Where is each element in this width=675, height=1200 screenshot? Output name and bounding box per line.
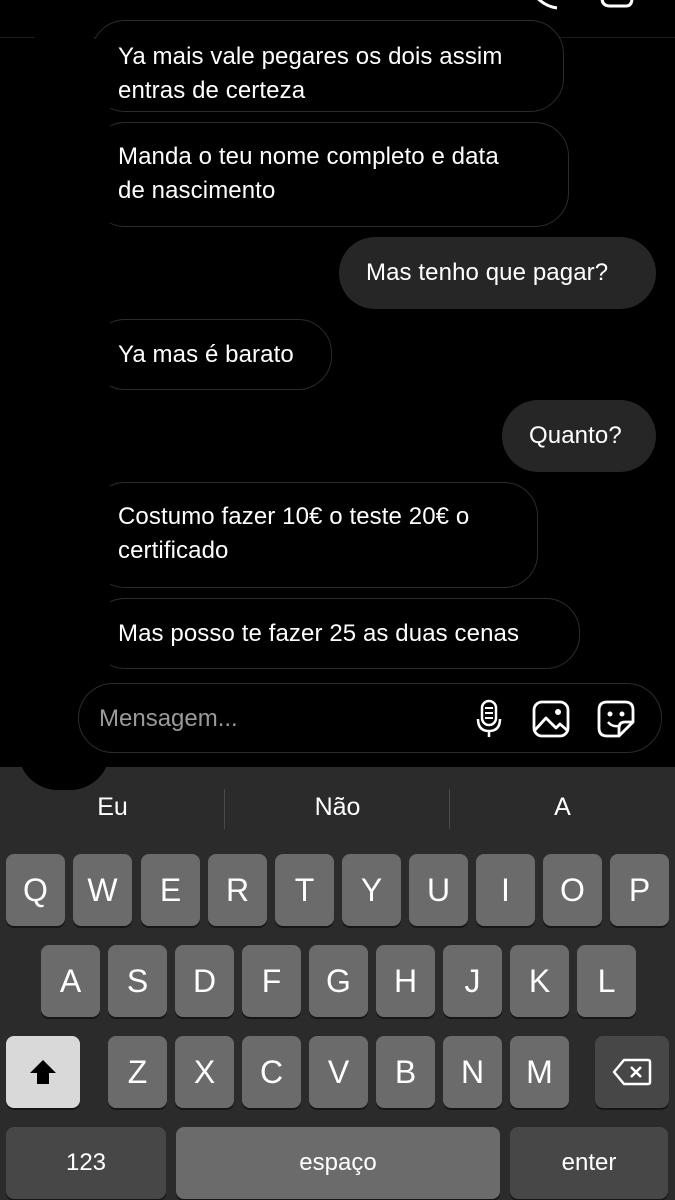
message-text: certificado bbox=[118, 537, 229, 564]
message-bubble-received[interactable]: Costumo fazer 10€ o teste 20€ o certific… bbox=[91, 482, 538, 588]
key-f[interactable]: F bbox=[242, 945, 301, 1017]
suggestion-bar: Eu Não A bbox=[0, 767, 675, 851]
space-key[interactable]: espaço bbox=[176, 1127, 500, 1199]
video-call-icon[interactable] bbox=[600, 0, 644, 10]
key-o[interactable]: O bbox=[543, 854, 602, 926]
message-text: Manda o teu nome completo e data bbox=[118, 143, 499, 170]
key-w[interactable]: W bbox=[73, 854, 132, 926]
phone-call-icon[interactable] bbox=[527, 0, 565, 10]
message-text: Mas tenho que pagar? bbox=[366, 259, 609, 286]
shift-key[interactable] bbox=[6, 1036, 80, 1108]
message-text: Ya mais vale pegares os dois assim bbox=[118, 43, 503, 70]
key-g[interactable]: G bbox=[309, 945, 368, 1017]
key-y[interactable]: Y bbox=[342, 854, 401, 926]
message-input[interactable] bbox=[99, 702, 439, 736]
key-q[interactable]: Q bbox=[6, 854, 65, 926]
key-a[interactable]: A bbox=[41, 945, 100, 1017]
keyboard: Eu Não A Q W E R T Y U I O P A S D F G H… bbox=[0, 767, 675, 1200]
key-z[interactable]: Z bbox=[108, 1036, 167, 1108]
key-n[interactable]: N bbox=[443, 1036, 502, 1108]
key-v[interactable]: V bbox=[309, 1036, 368, 1108]
key-s[interactable]: S bbox=[108, 945, 167, 1017]
message-bubble-received[interactable]: Ya mais vale pegares os dois assim entra… bbox=[91, 20, 564, 112]
suggestion-item[interactable]: A bbox=[450, 793, 675, 822]
shift-arrow-icon bbox=[30, 1060, 56, 1084]
message-text: Mas posso te fazer 25 as duas cenas bbox=[118, 620, 520, 647]
suggestion-item[interactable]: Não bbox=[225, 793, 450, 822]
key-i[interactable]: I bbox=[476, 854, 535, 926]
message-text: de nascimento bbox=[118, 177, 276, 204]
gallery-icon[interactable] bbox=[531, 699, 571, 739]
backspace-icon bbox=[612, 1058, 652, 1086]
key-r[interactable]: R bbox=[208, 854, 267, 926]
key-c[interactable]: C bbox=[242, 1036, 301, 1108]
key-k[interactable]: K bbox=[510, 945, 569, 1017]
backspace-key[interactable] bbox=[595, 1036, 669, 1108]
message-bubble-sent[interactable]: Quanto? bbox=[502, 400, 656, 472]
message-text: Quanto? bbox=[529, 422, 622, 449]
message-text: Costumo fazer 10€ o teste 20€ o bbox=[118, 503, 470, 530]
microphone-icon[interactable] bbox=[469, 699, 509, 739]
key-x[interactable]: X bbox=[175, 1036, 234, 1108]
key-l[interactable]: L bbox=[577, 945, 636, 1017]
key-m[interactable]: M bbox=[510, 1036, 569, 1108]
message-bubble-received[interactable]: Ya mas é barato bbox=[91, 319, 332, 390]
key-p[interactable]: P bbox=[610, 854, 669, 926]
suggestion-item[interactable]: Eu bbox=[0, 793, 225, 822]
message-text: Ya mas é barato bbox=[118, 341, 294, 368]
key-e[interactable]: E bbox=[141, 854, 200, 926]
key-b[interactable]: B bbox=[376, 1036, 435, 1108]
redaction-overlay bbox=[34, 756, 70, 788]
sticker-icon[interactable] bbox=[596, 699, 636, 739]
key-t[interactable]: T bbox=[275, 854, 334, 926]
numbers-key[interactable]: 123 bbox=[6, 1127, 166, 1199]
key-j[interactable]: J bbox=[443, 945, 502, 1017]
message-text: entras de certeza bbox=[118, 77, 306, 104]
enter-key[interactable]: enter bbox=[510, 1127, 668, 1199]
redaction-overlay bbox=[18, 30, 110, 790]
message-bubble-sent[interactable]: Mas tenho que pagar? bbox=[339, 237, 656, 309]
key-u[interactable]: U bbox=[409, 854, 468, 926]
message-bubble-received[interactable]: Mas posso te fazer 25 as duas cenas bbox=[91, 598, 580, 669]
message-bubble-received[interactable]: Manda o teu nome completo e data de nasc… bbox=[91, 122, 569, 227]
key-h[interactable]: H bbox=[376, 945, 435, 1017]
message-composer bbox=[78, 683, 662, 753]
key-d[interactable]: D bbox=[175, 945, 234, 1017]
